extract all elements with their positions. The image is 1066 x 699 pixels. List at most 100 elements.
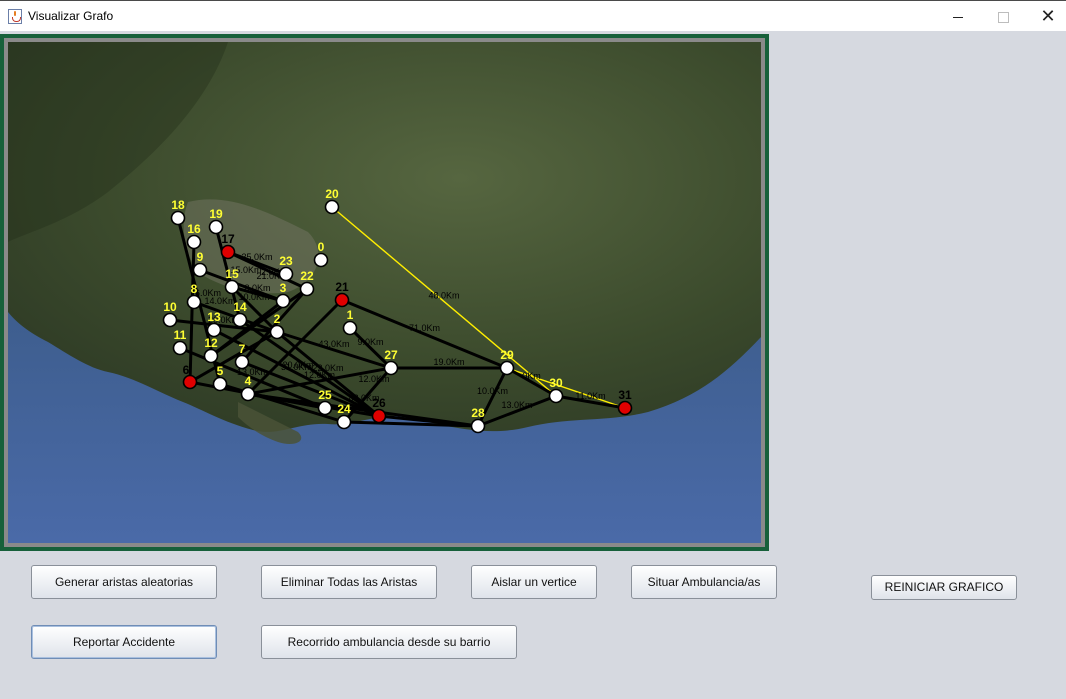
vertex-label: 11 (174, 328, 187, 342)
vertex-13[interactable]: 13 (206, 310, 222, 338)
edge-weight-label-29-30: 0Km (522, 371, 541, 381)
vertex-30[interactable]: 30 (548, 376, 564, 404)
vertex-label: 29 (500, 348, 514, 362)
edge-weight-label-30-31: 11.0Km (575, 391, 605, 401)
vertex-16[interactable]: 16 (186, 222, 202, 250)
vertex-19[interactable]: 19 (208, 207, 224, 235)
vertex-dot[interactable] (470, 418, 486, 434)
vertex-dot[interactable] (499, 360, 515, 376)
vertex-29[interactable]: 29 (499, 348, 515, 376)
vertex-dot[interactable] (278, 266, 294, 282)
edge-weight-label-4-27: 12.0Km (304, 370, 335, 380)
edge-weight-label-27-29: 19.0Km (433, 357, 464, 367)
vertex-dot[interactable] (383, 360, 399, 376)
accident-vertex-dot[interactable] (182, 374, 198, 390)
vertex-dot[interactable] (162, 312, 178, 328)
vertex-dot[interactable] (208, 219, 224, 235)
vertex-24[interactable]: 24 (336, 402, 352, 430)
vertex-dot[interactable] (186, 294, 202, 310)
vertex-label: 1 (347, 308, 354, 322)
vertex-10[interactable]: 10 (162, 300, 178, 328)
vertex-dot[interactable] (224, 279, 240, 295)
close-button[interactable]: ✕ (1025, 1, 1066, 31)
graph-canvas[interactable]: 48.0Km71.0Km19.0Km0Km10.0Km13.0Km11.0Km9… (8, 42, 761, 543)
accident-vertex-dot[interactable] (334, 292, 350, 308)
edge-weight-label-28-30: 13.0Km (501, 400, 532, 410)
accident-vertex-dot[interactable] (220, 244, 236, 260)
vertex-23[interactable]: 23 (278, 254, 294, 282)
title-bar: Visualizar Grafo ✕ (0, 0, 1066, 31)
vertex-26[interactable]: 26 (371, 396, 387, 424)
vertex-label: 2 (274, 312, 281, 326)
vertex-label: 25 (318, 388, 332, 402)
vertex-label: 10 (163, 300, 177, 314)
vertex-dot[interactable] (232, 312, 248, 328)
graph-panel: 48.0Km 71.0Km 19.0Km 0Km 10.0Km 13.0Km 11.0Km 9… (4, 38, 765, 547)
vertex-dot[interactable] (192, 262, 208, 278)
vertex-27[interactable]: 27 (383, 348, 399, 376)
minimize-button[interactable] (935, 1, 981, 31)
window-title: Visualizar Grafo (28, 9, 114, 23)
vertex-11[interactable]: 11 (172, 328, 188, 356)
vertex-dot[interactable] (548, 388, 564, 404)
vertex-dot[interactable] (172, 340, 188, 356)
vertex-label: 12 (204, 336, 218, 350)
reset-graph-button[interactable]: REINICIAR GRAFICO (871, 575, 1017, 600)
vertex-label: 23 (279, 254, 293, 268)
vertex-28[interactable]: 28 (470, 406, 486, 434)
vertex-label: 0 (318, 240, 325, 254)
vertex-label: 30 (549, 376, 563, 390)
vertex-31[interactable]: 31 (617, 388, 633, 416)
vertex-label: 16 (187, 222, 201, 236)
vertex-12[interactable]: 12 (203, 336, 219, 364)
vertex-dot[interactable] (186, 234, 202, 250)
vertex-dot[interactable] (203, 348, 219, 364)
vertex-21[interactable]: 21 (334, 280, 350, 308)
vertex-20[interactable]: 20 (324, 187, 340, 215)
vertex-label: 22 (300, 269, 314, 283)
accident-vertex-dot[interactable] (371, 408, 387, 424)
vertex-label: 21 (335, 280, 349, 294)
accident-vertex-dot[interactable] (617, 400, 633, 416)
vertex-dot[interactable] (234, 354, 250, 370)
java-cup-icon (8, 9, 22, 24)
vertex-label: 6 (183, 363, 190, 377)
vertex-dot[interactable] (206, 322, 222, 338)
vertex-18[interactable]: 18 (170, 198, 186, 226)
delete-edges-button[interactable]: Eliminar Todas las Aristas (261, 565, 437, 599)
generate-edges-button[interactable]: Generar aristas aleatorias (31, 565, 217, 599)
vertex-22[interactable]: 22 (299, 269, 315, 297)
vertex-dot[interactable] (324, 199, 340, 215)
vertex-label: 3 (280, 281, 287, 295)
edge-weight-label-17-23: 35.0Km (241, 252, 272, 262)
vertex-dot[interactable] (342, 320, 358, 336)
vertex-dot[interactable] (240, 386, 256, 402)
report-accident-button[interactable]: Reportar Accidente (31, 625, 217, 659)
edge-weight-label-2-27: 43.0Km (318, 339, 349, 349)
vertex-15[interactable]: 15 (224, 267, 240, 295)
vertex-label: 7 (239, 342, 246, 356)
vertex-dot[interactable] (269, 324, 285, 340)
vertex-label: 15 (225, 267, 239, 281)
vertex-label: 17 (221, 232, 235, 246)
vertex-dot[interactable] (299, 281, 315, 297)
vertex-dot[interactable] (212, 376, 228, 392)
maximize-button[interactable] (980, 1, 1026, 31)
edge-weight-label-1-27: 9.0Km (357, 337, 383, 347)
graph-panel-frame: 48.0Km 71.0Km 19.0Km 0Km 10.0Km 13.0Km 11.0Km 9… (0, 34, 769, 551)
vertex-14[interactable]: 14 (232, 300, 248, 328)
place-ambulance-button[interactable]: Situar Ambulancia/as (631, 565, 777, 599)
vertex-17[interactable]: 17 (220, 232, 236, 260)
vertex-label: 18 (171, 198, 185, 212)
vertex-25[interactable]: 25 (317, 388, 333, 416)
vertex-label: 14 (233, 300, 247, 314)
vertex-dot[interactable] (317, 400, 333, 416)
edge-weight-label-extra: 6.0Km (195, 288, 221, 298)
isolate-vertex-button[interactable]: Aislar un vertice (471, 565, 597, 599)
edge-weight-label-20-30: 48.0Km (428, 291, 459, 301)
vertex-dot[interactable] (336, 414, 352, 430)
vertex-dot[interactable] (313, 252, 329, 268)
vertex-dot[interactable] (275, 293, 291, 309)
vertex-dot[interactable] (170, 210, 186, 226)
ambulance-route-button[interactable]: Recorrido ambulancia desde su barrio (261, 625, 517, 659)
